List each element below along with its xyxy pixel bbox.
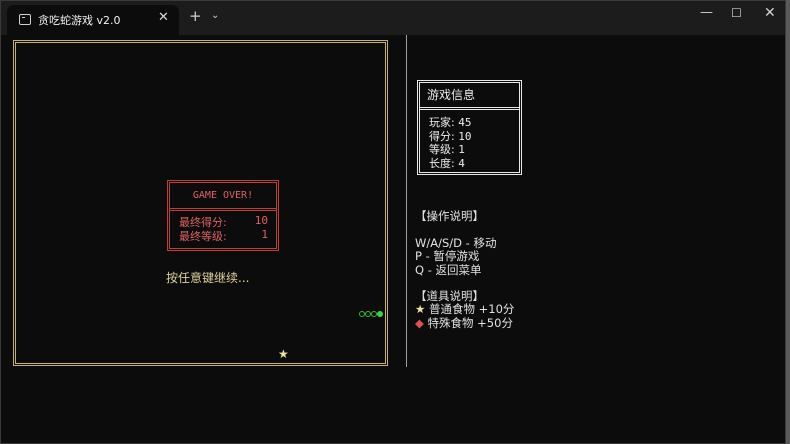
- vertical-divider: [406, 35, 407, 367]
- length-value: 4: [458, 156, 465, 170]
- final-level-row: 最终等级: 1: [179, 228, 268, 243]
- minimize-button[interactable]: —: [700, 5, 713, 20]
- info-row-level: 等级: 1: [429, 143, 465, 156]
- level-value: 1: [458, 143, 465, 156]
- continue-prompt: 按任意键继续...: [166, 271, 250, 285]
- game-info-title: 游戏信息: [420, 83, 519, 110]
- tab-snake-game[interactable]: 贪吃蛇游戏 v2.0 ✕: [7, 5, 179, 35]
- item-special-food: ◆ 特殊食物 +50分: [415, 315, 513, 331]
- diamond-icon: ◆: [415, 316, 424, 330]
- info-row-player: 玩家: 45: [429, 116, 472, 129]
- terminal-icon: [19, 14, 31, 25]
- title-bar[interactable]: 贪吃蛇游戏 v2.0 ✕ + ⌄ — ☐ ✕: [1, 1, 785, 35]
- game-over-title: GAME OVER!: [170, 183, 276, 211]
- info-row-score: 得分: 10: [429, 129, 472, 143]
- close-button[interactable]: ✕: [764, 5, 776, 21]
- final-level-value: 1: [261, 228, 268, 241]
- item-special-food-text: 特殊食物 +50分: [427, 316, 513, 330]
- control-menu: Q - 返回菜单: [415, 263, 482, 277]
- chevron-down-icon[interactable]: ⌄: [211, 10, 219, 21]
- maximize-button[interactable]: ☐: [731, 6, 742, 20]
- controls-heading: 【操作说明】: [415, 209, 484, 223]
- terminal-content[interactable]: GAME OVER! 最终得分: 10 最终等级: 1 按任意键继续... ★ …: [1, 35, 785, 443]
- player-value: 45: [458, 116, 472, 129]
- new-tab-button[interactable]: +: [189, 7, 202, 25]
- tab-title: 贪吃蛇游戏 v2.0: [38, 14, 121, 27]
- game-info-list: 玩家: 45 得分: 10 等级: 1 长度: 4: [429, 116, 471, 170]
- final-score-row: 最终得分: 10: [179, 214, 268, 229]
- game-info-panel: 游戏信息 玩家: 45 得分: 10 等级: 1 长度: 4: [417, 80, 522, 175]
- game-over-panel: GAME OVER! 最终得分: 10 最终等级: 1: [167, 180, 279, 251]
- score-value: 10: [458, 129, 472, 143]
- star-icon: ★: [415, 302, 426, 316]
- terminal-window: 贪吃蛇游戏 v2.0 ✕ + ⌄ — ☐ ✕ GAME OVER! 最终得分: …: [0, 0, 786, 444]
- info-row-length: 长度: 4: [429, 156, 465, 170]
- food-star-icon: ★: [278, 347, 289, 361]
- final-level-label: 最终等级:: [179, 230, 227, 243]
- snake-head: [377, 311, 383, 317]
- tab-close-icon[interactable]: ✕: [158, 10, 169, 25]
- item-normal-food-text: 普通食物 +10分: [428, 302, 515, 316]
- game-field: GAME OVER! 最终得分: 10 最终等级: 1 按任意键继续... ★: [13, 40, 388, 366]
- final-score-value: 10: [254, 214, 268, 227]
